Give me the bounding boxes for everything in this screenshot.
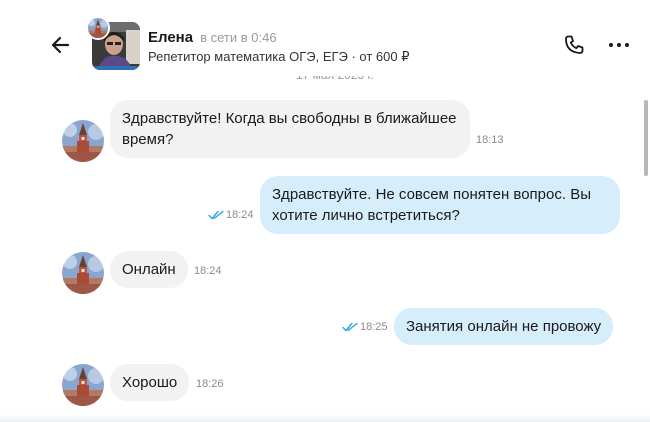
listing-avatar [86, 16, 110, 40]
contact-avatar-group[interactable] [86, 16, 142, 70]
message-text: Здравствуйте. Не совсем понятен вопрос. … [272, 186, 591, 224]
message-meta: 18:25 [342, 321, 388, 333]
message-meta: 18:24 [208, 209, 254, 221]
message-bubble-incoming[interactable]: Онлайн [110, 251, 188, 288]
message-time: 18:25 [360, 321, 388, 333]
double-check-icon [208, 210, 224, 220]
message-time: 18:26 [196, 378, 224, 390]
chat-header: Елена в сети в 0:46 Репетитор математика… [0, 0, 650, 76]
arrow-left-icon [51, 36, 70, 54]
contact-status: в сети в 0:46 [200, 30, 277, 45]
more-button[interactable] [606, 33, 632, 57]
phone-icon [565, 35, 584, 54]
message-bubble-incoming[interactable]: Хорошо [110, 364, 190, 401]
message-text: Здравствуйте! Когда вы свободны в ближай… [122, 110, 457, 148]
message-bubble-incoming[interactable]: Здравствуйте! Когда вы свободны в ближай… [110, 100, 470, 158]
message-text: Онлайн [122, 261, 176, 278]
message-time: 18:24 [226, 209, 254, 221]
call-button[interactable] [562, 33, 586, 57]
back-button[interactable] [46, 30, 76, 60]
contact-name: Елена [148, 29, 194, 46]
message-time: 18:24 [194, 265, 222, 277]
sender-avatar[interactable] [62, 120, 104, 162]
sender-avatar[interactable] [62, 252, 104, 294]
sender-avatar[interactable] [62, 364, 104, 406]
more-horizontal-icon [609, 43, 629, 47]
scrollbar[interactable] [644, 100, 648, 176]
message-bubble-outgoing[interactable]: Здравствуйте. Не совсем понятен вопрос. … [260, 176, 620, 234]
double-check-icon [342, 322, 358, 332]
contact-title: Елена в сети в 0:46 [148, 29, 277, 46]
listing-subtitle[interactable]: Репетитор математика ОГЭ, ЕГЭ · от 600 ₽ [148, 49, 410, 65]
message-text: Занятия онлайн не провожу [406, 318, 602, 335]
message-text: Хорошо [122, 374, 178, 391]
message-time: 18:13 [476, 134, 504, 146]
message-bubble-outgoing[interactable]: Занятия онлайн не провожу [394, 308, 614, 345]
